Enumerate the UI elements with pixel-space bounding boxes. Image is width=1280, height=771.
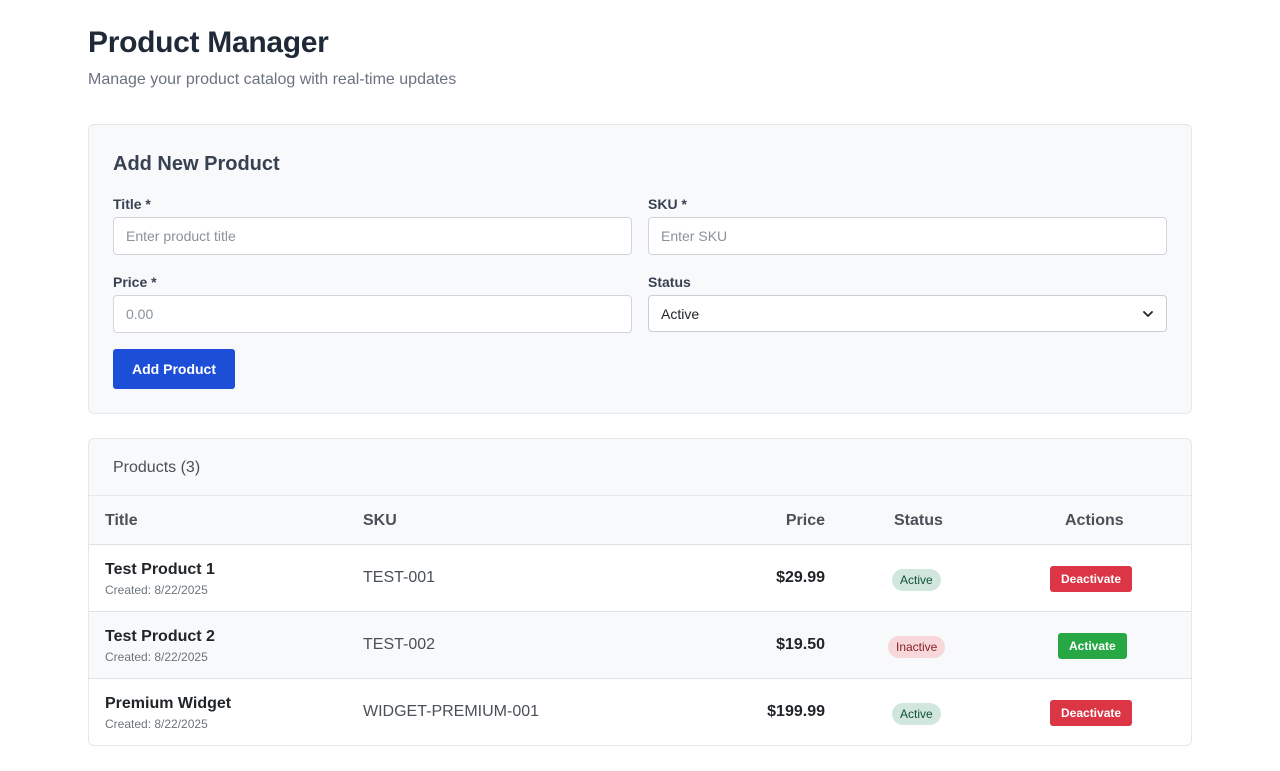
add-product-button[interactable]: Add Product (113, 349, 235, 389)
table-header-row: Title SKU Price Status Actions (89, 496, 1191, 545)
product-price: $19.50 (776, 636, 825, 653)
product-sku: WIDGET-PREMIUM-001 (363, 703, 540, 720)
deactivate-button[interactable]: Deactivate (1050, 566, 1133, 592)
form-heading: Add New Product (113, 153, 280, 175)
page-title: Product Manager (88, 26, 329, 59)
page-subtitle: Manage your product catalog with real-ti… (88, 71, 457, 88)
status-badge: Active (892, 569, 941, 591)
product-sku: TEST-001 (363, 569, 436, 586)
table-row: Test Product 1 Created: 8/22/2025 TEST-0… (89, 545, 1191, 612)
products-count: Products (3) (113, 459, 201, 476)
title-label: Title * (113, 196, 151, 212)
deactivate-button[interactable]: Deactivate (1050, 700, 1133, 726)
column-header-title: Title (105, 512, 138, 529)
status-label: Status (648, 274, 691, 290)
product-created: Created: 8/22/2025 (105, 717, 208, 731)
chevron-down-icon (1143, 310, 1153, 317)
products-table: Title SKU Price Status Actions Test Prod… (89, 496, 1191, 745)
column-header-sku: SKU (363, 512, 397, 529)
product-title: Test Product 1 (105, 561, 215, 578)
product-title: Premium Widget (105, 695, 232, 712)
sku-label: SKU * (648, 196, 687, 212)
price-input[interactable] (113, 295, 632, 333)
product-price: $199.99 (767, 703, 825, 720)
column-header-status: Status (894, 512, 943, 529)
title-input[interactable] (113, 217, 632, 255)
status-badge: Active (892, 703, 941, 725)
table-row: Premium Widget Created: 8/22/2025 WIDGET… (89, 679, 1191, 745)
product-sku: TEST-002 (363, 636, 436, 653)
column-header-price: Price (785, 512, 825, 529)
status-select[interactable]: Active (648, 295, 1167, 332)
price-label: Price * (113, 274, 157, 290)
sku-input[interactable] (648, 217, 1167, 255)
column-header-actions: Actions (1065, 512, 1124, 529)
add-product-form: Add New Product Title * SKU * Price * St… (88, 124, 1192, 414)
status-select-value: Active (661, 305, 700, 322)
products-table-card: Products (3) Title SKU Price Status Acti… (88, 438, 1192, 746)
products-header: Products (3) (89, 439, 1191, 496)
product-created: Created: 8/22/2025 (105, 650, 208, 664)
product-created: Created: 8/22/2025 (105, 583, 208, 597)
activate-button[interactable]: Activate (1058, 633, 1127, 659)
status-badge: Inactive (888, 636, 946, 658)
table-row: Test Product 2 Created: 8/22/2025 TEST-0… (89, 612, 1191, 679)
product-title: Test Product 2 (105, 628, 215, 645)
product-price: $29.99 (776, 569, 825, 586)
